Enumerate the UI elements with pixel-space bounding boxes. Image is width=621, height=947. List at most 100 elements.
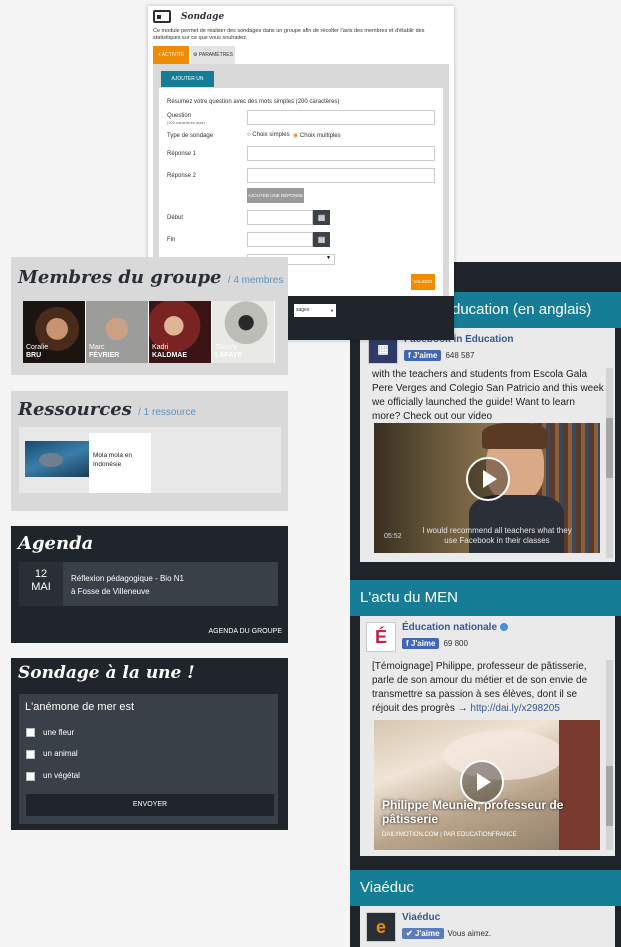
like-button[interactable]: f J'aime — [402, 638, 440, 649]
type-label: Type de sondage — [167, 133, 214, 139]
video-title: Philippe Meunier, professeur de pâtisser… — [382, 798, 564, 826]
fb-section-header-3: Viaéduc — [350, 870, 621, 906]
like-label: J'aime — [410, 639, 436, 648]
play-icon[interactable] — [466, 457, 510, 501]
like-count: 648 587 — [445, 351, 475, 360]
like-label: J'aime — [412, 351, 438, 360]
member-name: Coralie BRU — [26, 344, 49, 359]
fb-post-text: with the teachers and students from Esco… — [372, 369, 604, 422]
fin-input[interactable] — [247, 232, 313, 247]
agenda-title: Agenda — [18, 533, 94, 554]
ressources-count[interactable]: / 1 ressource — [138, 407, 196, 418]
member-card[interactable]: Marc FÉVRIER — [86, 301, 148, 363]
sondage-description: Ce module permet de réaliser des sondage… — [153, 28, 425, 41]
video-caption: I would recommend all teachers what they… — [422, 526, 572, 545]
member-name: Marc FÉVRIER — [89, 344, 120, 359]
poll-title: Sondage à la une ! — [18, 663, 195, 683]
video-time: 05:52 — [384, 533, 402, 540]
question-label: Question — [167, 113, 192, 119]
poll-question: L'anémone de mer est — [25, 701, 135, 713]
add-sondage-button[interactable]: AJOUTER UN SONDAGE — [161, 71, 214, 98]
add-reponse-button[interactable]: AJOUTER UNE RÉPONSE — [247, 188, 304, 203]
poll-box: L'anémone de mer est une fleur un animal… — [19, 694, 278, 824]
viaeduc-logo-icon: e — [366, 912, 396, 942]
poll-checkbox[interactable] — [26, 728, 35, 737]
facebook-panel: e ducation (en anglais) ▦ Facebook in Ed… — [350, 262, 621, 947]
event-date: 12 MAI — [19, 562, 63, 606]
poll-checkbox[interactable] — [26, 750, 35, 759]
fb-page-name[interactable]: Éducation nationale — [402, 622, 509, 633]
like-status: Vous aimez. — [447, 929, 492, 938]
fin-label: Fin — [167, 237, 176, 243]
reponse2-input[interactable] — [247, 168, 435, 183]
fb-page-3: e Viaéduc ✔ J'aime Vous aimez. — [366, 912, 491, 942]
fb-widget-2: É Éducation nationale f J'aime 69 800 [Té… — [360, 616, 615, 856]
poll-option: un végétal — [43, 771, 80, 780]
sondage-footer: sages ▼ — [288, 296, 454, 340]
liked-button[interactable]: ✔ J'aime — [402, 928, 444, 939]
scrollbar-thumb[interactable] — [606, 766, 613, 826]
poll-card: Sondage à la une ! L'anémone de mer est … — [11, 658, 288, 830]
member-card[interactable]: Coralie BRU — [23, 301, 85, 363]
tab-parametres[interactable]: ⚙ PARAMÈTRES — [191, 46, 235, 64]
ressources-card: Ressources / 1 ressource Mola mola en In… — [11, 391, 288, 511]
footer-select[interactable]: sages ▼ — [294, 304, 336, 317]
fish-image — [39, 453, 63, 467]
reponse2-label: Réponse 2 — [167, 173, 197, 179]
poll-checkbox[interactable] — [26, 772, 35, 781]
fb-video-2[interactable]: Philippe Meunier, professeur de pâtisser… — [374, 720, 600, 850]
member-card[interactable]: Kadri KALDMAE — [149, 301, 211, 363]
ressources-title: Ressources / 1 ressource — [18, 399, 196, 420]
chevron-down-icon: ▼ — [330, 308, 334, 313]
fb-section-header-2: L'actu du MEN — [350, 580, 621, 616]
calendar-icon[interactable]: ▦ — [313, 232, 330, 247]
event-text: Réflexion pédagogique - Bio N1 à Fosse de… — [71, 574, 184, 596]
sondage-title: Sondage — [181, 12, 225, 22]
calendar-icon[interactable]: ▦ — [313, 210, 330, 225]
membres-card: Membres du groupe / 4 membres Coralie BRU… — [11, 257, 288, 375]
agenda-event[interactable]: 12 MAI Réflexion pédagogique - Bio N1 à Fo… — [19, 562, 278, 606]
member-card[interactable]: Thierry LAFAYE — [212, 301, 274, 363]
poll-submit-button[interactable]: ENVOYER — [26, 794, 274, 816]
member-name: Thierry LAFAYE — [215, 344, 242, 359]
person-hair-image — [482, 423, 548, 449]
type-multiple[interactable]: ◉ Choix multiples — [293, 132, 341, 139]
reponse1-label: Réponse 1 — [167, 151, 197, 157]
members-strip: Coralie BRU Marc FÉVRIER Kadri KALDMAE Thie… — [23, 301, 275, 363]
poll-option: une fleur — [43, 728, 75, 737]
fb-page-name[interactable]: Viaéduc — [402, 912, 491, 923]
agenda-link[interactable]: AGENDA DU GROUPE — [208, 628, 282, 635]
fb-video-1[interactable]: 05:52 I would recommend all teachers wha… — [374, 423, 600, 553]
post-link[interactable]: http://dai.ly/x298205 — [470, 703, 560, 714]
fb-widget-1: ▦ Facebook in Education f J'aime 648 587 … — [360, 328, 615, 562]
like-button[interactable]: f J'aime — [404, 350, 442, 361]
agenda-card: Agenda 12 MAI Réflexion pédagogique - Bio… — [11, 526, 288, 643]
membres-title: Membres du groupe / 4 membres — [18, 267, 284, 288]
validate-button[interactable]: VALIDER — [411, 274, 435, 290]
fb-widget-3: e Viaéduc ✔ J'aime Vous aimez. — [360, 906, 615, 947]
reponse1-input[interactable] — [247, 146, 435, 161]
fb-page-2: É Éducation nationale f J'aime 69 800 — [366, 622, 509, 652]
resource-label[interactable]: Mola mola en Indonésie — [89, 433, 151, 493]
type-simple[interactable]: ○ Choix simples — [247, 132, 290, 138]
chevron-down-icon: ▼ — [326, 255, 331, 261]
like-label: J'aime — [414, 929, 440, 938]
tab-activite[interactable]: + ACTIVITÉ — [153, 46, 189, 64]
ressources-list: Mola mola en Indonésie — [19, 427, 281, 493]
debut-input[interactable] — [247, 210, 313, 225]
video-source: DAILYMOTION.COM | PAR EDUCATIONFRANCE — [382, 832, 517, 838]
radio-checked-icon: ◉ — [293, 133, 300, 139]
question-hint: Résumez votre question avec des mots sim… — [167, 99, 340, 105]
question-input[interactable] — [247, 110, 435, 125]
question-sub: (200 caractères max) — [167, 120, 205, 125]
fb-post-text: [Témoignage] Philippe, professeur de pât… — [372, 661, 588, 714]
scrollbar-thumb[interactable] — [606, 418, 613, 478]
arm-image — [559, 720, 600, 850]
sondage-icon — [153, 10, 171, 23]
membres-count[interactable]: / 4 membres — [228, 275, 284, 286]
debut-label: Début — [167, 215, 184, 221]
resource-thumbnail[interactable] — [25, 441, 89, 477]
member-name: Kadri KALDMAE — [152, 344, 187, 359]
education-nationale-logo-icon: É — [366, 622, 396, 652]
verified-icon — [500, 623, 509, 632]
